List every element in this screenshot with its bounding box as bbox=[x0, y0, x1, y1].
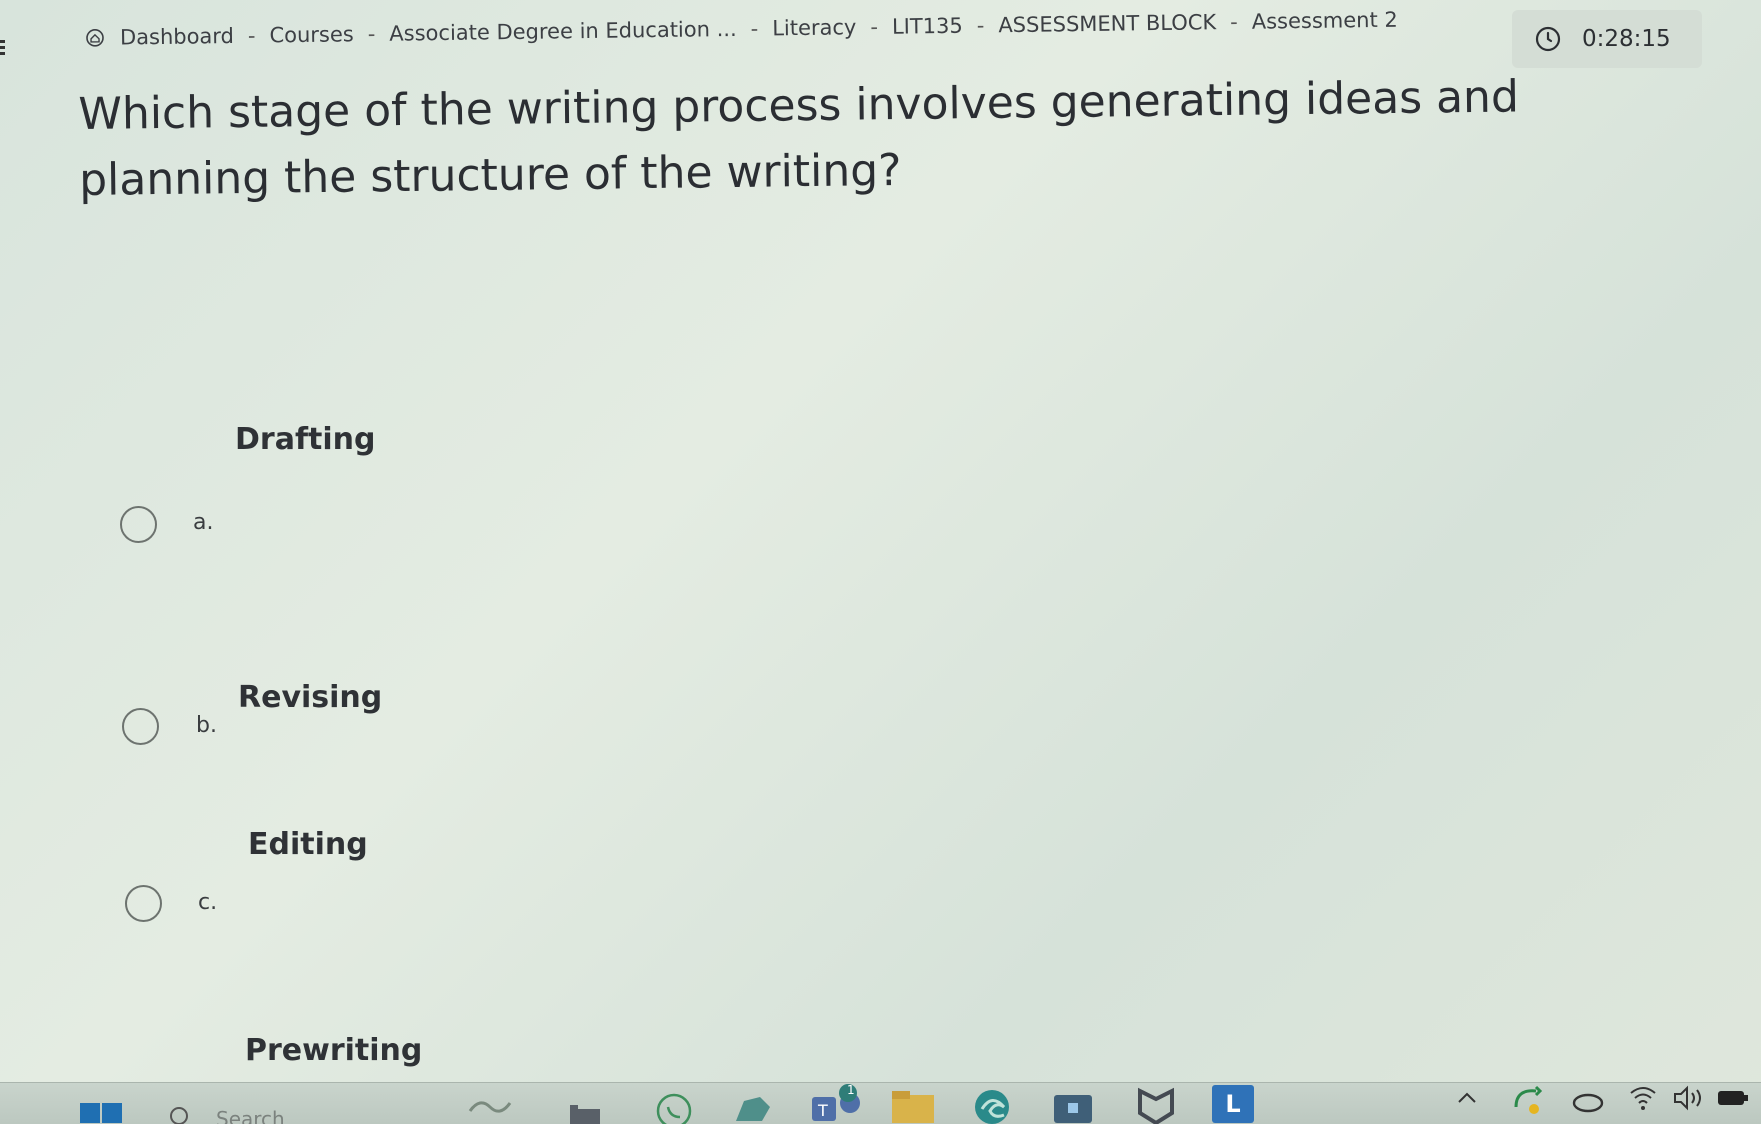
option-c-text: Editing bbox=[248, 827, 368, 862]
search-box[interactable]: Search bbox=[168, 1105, 285, 1124]
breadcrumb-dashboard[interactable]: Dashboard bbox=[120, 24, 234, 50]
battery-icon[interactable] bbox=[1716, 1087, 1750, 1109]
start-icon[interactable] bbox=[80, 1103, 124, 1123]
option-b-letter: b. bbox=[196, 713, 217, 738]
l-app-icon[interactable]: L bbox=[1212, 1085, 1254, 1123]
option-b-radio[interactable] bbox=[122, 708, 159, 745]
whatsapp-icon[interactable] bbox=[654, 1091, 694, 1124]
breadcrumb: Dashboard - Courses - Associate Degree i… bbox=[84, 8, 1398, 50]
shield-icon[interactable] bbox=[1136, 1087, 1176, 1124]
breadcrumb-course-code[interactable]: LIT135 bbox=[892, 14, 963, 39]
breadcrumb-separator: - bbox=[247, 23, 256, 48]
volume-icon[interactable] bbox=[1672, 1085, 1706, 1111]
breadcrumb-separator: - bbox=[1230, 9, 1238, 34]
l-app-letter: L bbox=[1225, 1090, 1241, 1118]
folder-icon[interactable] bbox=[890, 1089, 936, 1124]
search-placeholder: Search bbox=[216, 1107, 285, 1124]
breadcrumb-separator: - bbox=[750, 16, 759, 41]
svg-text:T: T bbox=[817, 1101, 828, 1120]
breadcrumb-separator: - bbox=[976, 13, 985, 38]
home-icon bbox=[84, 27, 106, 49]
option-a-letter: a. bbox=[193, 510, 214, 535]
menu-icon[interactable] bbox=[0, 40, 6, 56]
breadcrumb-assessment-block[interactable]: ASSESSMENT BLOCK bbox=[998, 10, 1216, 37]
option-a-radio[interactable] bbox=[120, 506, 157, 543]
option-a-text: Drafting bbox=[235, 422, 376, 457]
breadcrumb-program[interactable]: Associate Degree in Education ... bbox=[389, 17, 737, 46]
sync-icon[interactable] bbox=[1510, 1083, 1546, 1119]
breadcrumb-courses[interactable]: Courses bbox=[269, 22, 354, 47]
wifi-icon[interactable] bbox=[1628, 1083, 1658, 1113]
store-icon[interactable] bbox=[1052, 1089, 1094, 1124]
pinned-app-icon[interactable] bbox=[732, 1093, 774, 1124]
breadcrumb-separator: - bbox=[367, 21, 376, 47]
chevron-up-icon[interactable] bbox=[1456, 1091, 1478, 1105]
clock-icon bbox=[1534, 25, 1562, 53]
teams-badge: 1 bbox=[847, 1083, 855, 1097]
breadcrumb-separator: - bbox=[870, 14, 879, 40]
file-icon[interactable] bbox=[568, 1101, 602, 1124]
option-b-text: Revising bbox=[238, 680, 383, 715]
breadcrumb-assessment[interactable]: Assessment 2 bbox=[1252, 8, 1398, 34]
timer-value: 0:28:15 bbox=[1582, 26, 1671, 52]
edge-icon[interactable] bbox=[970, 1087, 1014, 1124]
question-text: Which stage of the writing process invol… bbox=[78, 71, 1520, 206]
widgets-icon[interactable] bbox=[468, 1095, 512, 1115]
quiz-timer: 0:28:15 bbox=[1512, 10, 1702, 68]
quiz-screen: Dashboard - Courses - Associate Degree i… bbox=[0, 0, 1761, 1124]
search-icon bbox=[168, 1105, 192, 1124]
option-c-radio[interactable] bbox=[125, 885, 162, 922]
taskbar: Search T 1 L bbox=[0, 1082, 1761, 1124]
teams-icon[interactable]: T 1 bbox=[810, 1083, 866, 1123]
option-c-letter: c. bbox=[198, 890, 218, 915]
breadcrumb-literacy[interactable]: Literacy bbox=[772, 15, 856, 40]
cloud-icon[interactable] bbox=[1570, 1089, 1606, 1113]
option-d-text: Prewriting bbox=[245, 1033, 423, 1068]
